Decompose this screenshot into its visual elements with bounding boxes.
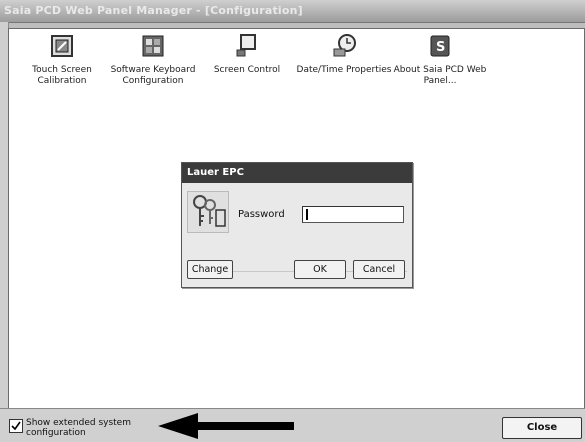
svg-text:S: S: [436, 40, 445, 55]
touch-screen-calibration-label: Touch Screen Calibration: [32, 65, 92, 86]
left-arrow-icon: [158, 413, 294, 439]
dialog-body: Password Change OK Cancel: [182, 183, 412, 287]
password-label: Password: [238, 209, 285, 220]
touch-calibration-icon: [51, 35, 73, 57]
about-item[interactable]: S About Saia PCD Web Panel...: [392, 33, 488, 87]
dialog-title: Lauer EPC: [182, 163, 412, 183]
extended-config-checkbox[interactable]: [9, 419, 23, 433]
date-time-properties-label: Date/Time Properties: [296, 65, 392, 75]
date-time-properties-item[interactable]: Date/Time Properties: [296, 33, 392, 76]
about-label: About Saia PCD Web Panel...: [393, 65, 487, 86]
software-keyboard-configuration-label: Software Keyboard Configuration: [110, 65, 196, 86]
touch-screen-calibration-item[interactable]: Touch Screen Calibration: [14, 33, 110, 87]
close-button[interactable]: Close: [502, 417, 582, 439]
keyboard-icon: [142, 35, 164, 57]
login-dialog: Lauer EPC Password Change OK Cancel: [181, 162, 413, 288]
change-button[interactable]: Change: [187, 260, 233, 279]
title-bar: Saia PCD Web Panel Manager - [Configurat…: [0, 0, 585, 23]
screen-control-item[interactable]: Screen Control: [199, 33, 295, 76]
about-icon: S: [430, 35, 450, 57]
ok-button[interactable]: OK: [294, 260, 346, 279]
keys-icon: [193, 195, 226, 227]
keys-icon-box: [187, 191, 229, 233]
text-caret: [306, 209, 308, 220]
checkmark-icon: [11, 421, 21, 431]
software-keyboard-configuration-item[interactable]: Software Keyboard Configuration: [105, 33, 201, 87]
clock-icon: [333, 34, 356, 57]
screen-icon: [236, 34, 256, 57]
window-title: Saia PCD Web Panel Manager - [Configurat…: [4, 4, 303, 17]
screen-control-label: Screen Control: [213, 65, 281, 75]
password-input[interactable]: [302, 206, 404, 223]
cancel-button[interactable]: Cancel: [353, 260, 405, 279]
extended-config-label: Show extended system configuration: [26, 418, 131, 438]
